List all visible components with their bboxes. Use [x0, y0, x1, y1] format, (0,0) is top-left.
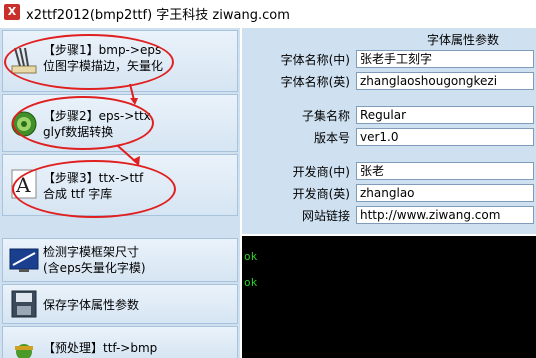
font-name-cn-label: 字体名称(中) — [280, 53, 350, 67]
version-input[interactable]: ver1.0 — [356, 128, 534, 146]
console-output: ok ok — [242, 236, 536, 358]
console-line: ok — [244, 276, 258, 289]
website-label: 网站链接 — [301, 209, 350, 223]
font-name-en-label: 字体名称(英) — [280, 75, 350, 89]
subfamily-input[interactable]: Regular — [356, 106, 534, 124]
vendor-cn-input[interactable]: 张老 — [356, 162, 534, 180]
properties-section-title: 字体属性参数 — [427, 33, 500, 47]
vendor-en-input[interactable]: zhanglao — [356, 184, 534, 202]
version-label: 版本号 — [313, 131, 350, 145]
font-name-cn-input[interactable]: 张老手工刻字 — [356, 50, 534, 68]
font-name-en-input[interactable]: zhanglaoshougongkezi — [356, 72, 534, 90]
vendor-cn-label: 开发商(中) — [292, 165, 350, 179]
vendor-en-label: 开发商(英) — [292, 187, 350, 201]
console-line: ok — [244, 250, 258, 263]
website-input[interactable]: http://www.ziwang.com — [356, 206, 534, 224]
subfamily-label: 子集名称 — [301, 109, 350, 123]
font-properties-panel: 字体属性参数 字体名称(中) 张老手工刻字 字体名称(英) zhanglaosh… — [242, 28, 536, 234]
